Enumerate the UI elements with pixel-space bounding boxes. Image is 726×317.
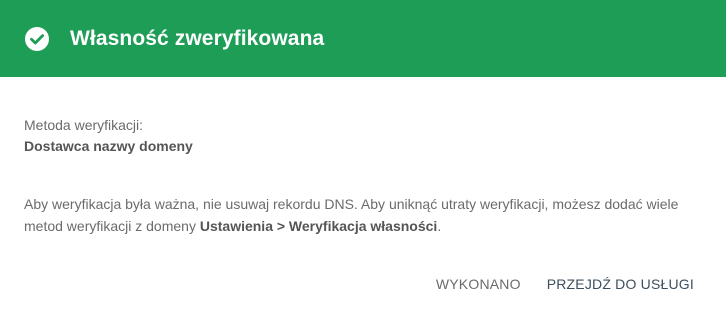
dialog-body: Metoda weryfikacji: Dostawca nazwy domen… (0, 77, 726, 237)
verification-dialog: Własność zweryfikowana Metoda weryfikacj… (0, 0, 726, 317)
method-label: Metoda weryfikacji: (24, 117, 144, 133)
done-button[interactable]: WYKONANO (428, 270, 529, 298)
dialog-title: Własność zweryfikowana (70, 26, 325, 50)
info-text-after: . (437, 218, 442, 234)
method-value: Dostawca nazwy domeny (24, 138, 193, 154)
dialog-actions: WYKONANO PRZEJDŹ DO USŁUGI (428, 270, 702, 298)
go-to-property-button[interactable]: PRZEJDŹ DO USŁUGI (539, 270, 702, 298)
dialog-header: Własność zweryfikowana (0, 0, 726, 77)
info-text: Aby weryfikacja była ważna, nie usuwaj r… (24, 193, 704, 237)
settings-path: Ustawienia > Weryfikacja własności (199, 218, 438, 234)
check-circle-icon (24, 26, 50, 52)
